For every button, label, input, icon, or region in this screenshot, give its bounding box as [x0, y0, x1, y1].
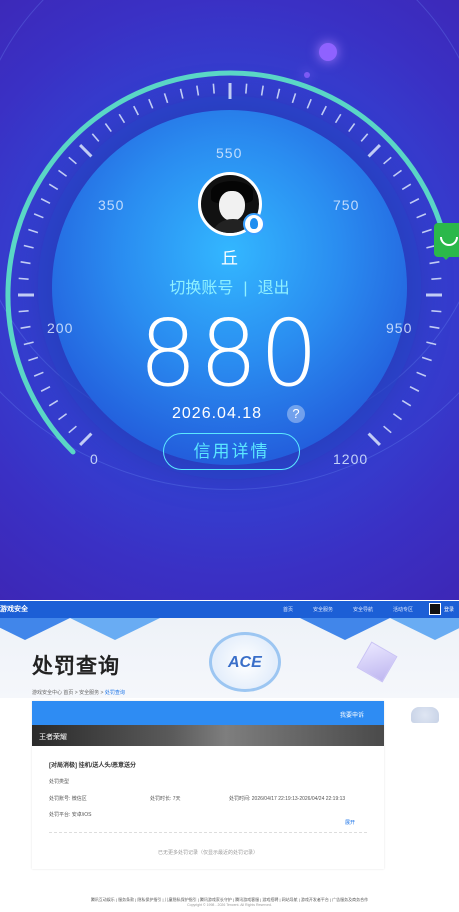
gauge-tick — [28, 228, 39, 234]
gauge-tick — [348, 123, 356, 133]
gauge-tick — [367, 432, 381, 446]
gauge-tick — [392, 413, 402, 421]
record-period: 处罚时间: 2026/04/17 22:19:13-2026/04/24 22:… — [229, 796, 346, 802]
breadcrumb-path[interactable]: 首页 > 安全服务 > — [63, 690, 103, 696]
gauge-tick — [212, 83, 215, 94]
credit-detail-button[interactable]: 信用详情 — [163, 433, 300, 470]
gauge-tick — [196, 85, 200, 96]
breadcrumb-current: 处罚查询 — [104, 690, 125, 696]
footer-copyright: Copyright © 1998 - 2026 Tencent. All Rig… — [187, 903, 272, 907]
appeal-link[interactable]: 我要申诉 — [340, 710, 364, 719]
scale-label-350: 350 — [98, 197, 125, 213]
decorative-wedge — [390, 618, 459, 640]
gauge-tick — [421, 228, 432, 234]
gauge-tick — [40, 198, 51, 205]
link-separator: | — [243, 280, 248, 297]
expand-link[interactable]: 展开 — [345, 819, 355, 826]
gauge-tick — [58, 169, 68, 177]
gauge-tick — [401, 183, 412, 191]
cloud-icon — [411, 707, 439, 723]
qq-penguin-icon — [243, 213, 265, 235]
ace-logo-text: ACE — [228, 654, 262, 671]
gauge-tick — [306, 98, 312, 109]
help-icon[interactable]: ? — [287, 405, 305, 423]
no-more-records: 已无更多处罚记录（仅显示最近的处罚记录） — [157, 850, 258, 856]
record-title: [对局消极] 挂机/送人头/恶意送分 — [49, 763, 136, 769]
gauge-tick — [68, 425, 77, 434]
gauge-tick — [179, 88, 184, 99]
scale-label-750: 750 — [333, 197, 360, 213]
gauge-tick — [334, 113, 342, 124]
gauge-tick — [416, 213, 427, 219]
gauge-tick — [360, 133, 369, 142]
record-duration: 处罚时长: 7天 — [150, 796, 181, 802]
scale-label-550: 550 — [216, 145, 243, 161]
gauge-tick — [260, 85, 264, 96]
breadcrumb: 游戏安全中心 首页 > 安全服务 > 处罚查询 — [32, 689, 125, 696]
gauge-tick — [245, 83, 248, 94]
decorative-wedge — [300, 618, 390, 640]
gauge-tick — [409, 198, 420, 205]
gauge-tick — [91, 133, 100, 142]
chat-smile-icon[interactable] — [434, 223, 459, 260]
gauge-tick — [320, 105, 327, 116]
decorative-wedge — [0, 618, 70, 640]
nav-security-guide[interactable]: 安全导航 — [353, 606, 373, 613]
game-name: 王者荣耀 — [39, 734, 67, 741]
gauge-tick — [33, 213, 44, 219]
gauge-tick — [163, 93, 169, 104]
record-type: 处罚类型 — [49, 779, 70, 785]
panel-header: 我要申诉 — [32, 701, 384, 725]
site-logo[interactable]: 游戏安全 — [0, 604, 28, 614]
gauge-tick — [48, 183, 59, 191]
gauge-tick — [58, 413, 68, 421]
record-account: 处罚账号: 微信区 — [49, 796, 87, 802]
gauge-tick — [133, 105, 140, 116]
gauge-tick — [367, 144, 381, 158]
score-date: 2026.04.18 — [172, 405, 263, 422]
page-title: 处罚查询 — [32, 655, 120, 678]
game-banner: 王者荣耀 — [32, 725, 384, 746]
gauge-tick — [383, 425, 392, 434]
user-name: 丘 — [221, 249, 238, 268]
record-platform: 处罚平台: 安卓/iOS — [49, 812, 92, 818]
gauge-tick — [79, 432, 93, 446]
nav-activities[interactable]: 活动专区 — [393, 606, 413, 613]
logout-link[interactable]: 退出 — [258, 280, 290, 297]
nav-home[interactable]: 首页 — [283, 606, 293, 613]
switch-account-link[interactable]: 切换账号 — [169, 280, 233, 297]
credit-score-panel: 0 200 350 550 750 950 1200 丘 切换账号 | 退出 880… — [0, 0, 459, 600]
breadcrumb-home[interactable]: 游戏安全中心 — [32, 690, 62, 696]
nav-security-service[interactable]: 安全服务 — [313, 606, 333, 613]
ace-logo-icon: ACE — [209, 632, 281, 692]
gauge-tick — [118, 113, 126, 124]
nav-avatar[interactable] — [429, 603, 441, 615]
punishment-panel: 我要申诉 王者荣耀 [对局消极] 挂机/送人头/恶意送分 处罚类型 处罚账号: … — [32, 701, 384, 869]
scale-label-0: 0 — [90, 451, 99, 467]
credit-score: 880 — [138, 300, 321, 407]
nav-login[interactable]: 登录 — [444, 606, 454, 613]
gauge-tick — [104, 123, 112, 133]
gauge-tick — [68, 156, 77, 165]
site-navbar: 游戏安全 首页 安全服务 安全导航 活动专区 登录 — [0, 601, 459, 618]
gauge-tick — [392, 169, 402, 177]
account-links: 切换账号 | 退出 — [0, 274, 459, 298]
gauge-tick — [276, 88, 281, 99]
gauge-tick — [148, 98, 154, 109]
gauge-tick — [383, 156, 392, 165]
decorative-wedge — [70, 618, 160, 640]
divider — [49, 832, 367, 833]
gauge-tick — [79, 144, 93, 158]
scale-label-1200: 1200 — [333, 451, 369, 467]
gauge-tick — [291, 93, 297, 104]
